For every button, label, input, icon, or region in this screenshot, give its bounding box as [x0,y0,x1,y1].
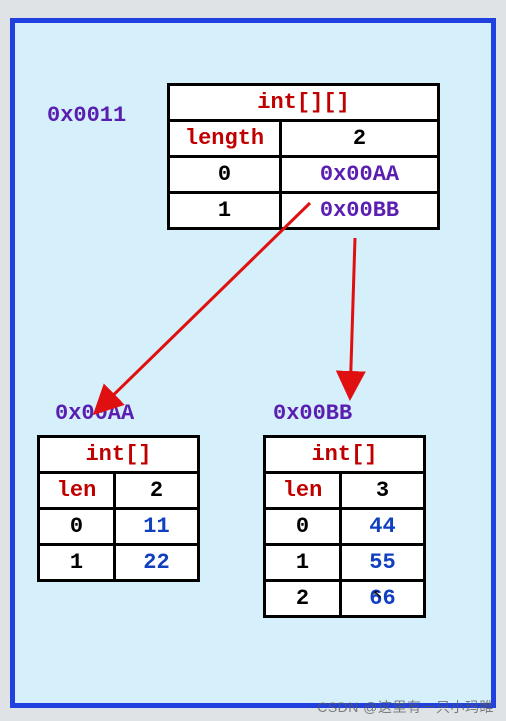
arrow-to-childB [350,238,355,398]
outer-address-label: 0x0011 [47,103,126,128]
childB-length-label: len [265,473,341,509]
childB-row-index: 2 [265,581,341,617]
watermark-text: CSDN @这里有一只小玛睢 [317,697,494,717]
childA-address-label: 0x00AA [55,401,134,426]
childB-row-value: 44 [341,509,425,545]
outer-row-index: 0 [169,157,281,193]
outer-row-value: 0x00AA [281,157,439,193]
outer-row-index: 1 [169,193,281,229]
childB-row-index: 1 [265,545,341,581]
diagram-frame: 0x0011 int[][] length 2 0 0x00AA 1 0x00B… [10,18,496,708]
childA-row-value: 11 [115,509,199,545]
table-row: 0 44 [265,509,425,545]
outer-row-value: 0x00BB [281,193,439,229]
childA-array-table: int[] len 2 0 11 1 22 [37,435,200,582]
childB-address-label: 0x00BB [273,401,352,426]
childA-length-label: len [39,473,115,509]
outer-type-header: int[][] [169,85,439,121]
table-row: 1 22 [39,545,199,581]
table-row: 1 55 [265,545,425,581]
childB-row-value: 66 [341,581,425,617]
arrow-to-childA [95,203,310,413]
table-row: 1 0x00BB [169,193,439,229]
table-row: 2 66 [265,581,425,617]
outer-length-value: 2 [281,121,439,157]
childB-type-header: int[] [265,437,425,473]
childB-array-table: int[] len 3 0 44 1 55 2 66 [263,435,426,618]
childA-row-value: 22 [115,545,199,581]
childA-type-header: int[] [39,437,199,473]
childA-row-index: 0 [39,509,115,545]
outer-length-label: length [169,121,281,157]
childB-row-index: 0 [265,509,341,545]
childB-row-value: 55 [341,545,425,581]
outer-array-table: int[][] length 2 0 0x00AA 1 0x00BB [167,83,440,230]
childB-length-value: 3 [341,473,425,509]
table-row: 0 11 [39,509,199,545]
childA-length-value: 2 [115,473,199,509]
table-row: 0 0x00AA [169,157,439,193]
childA-row-index: 1 [39,545,115,581]
